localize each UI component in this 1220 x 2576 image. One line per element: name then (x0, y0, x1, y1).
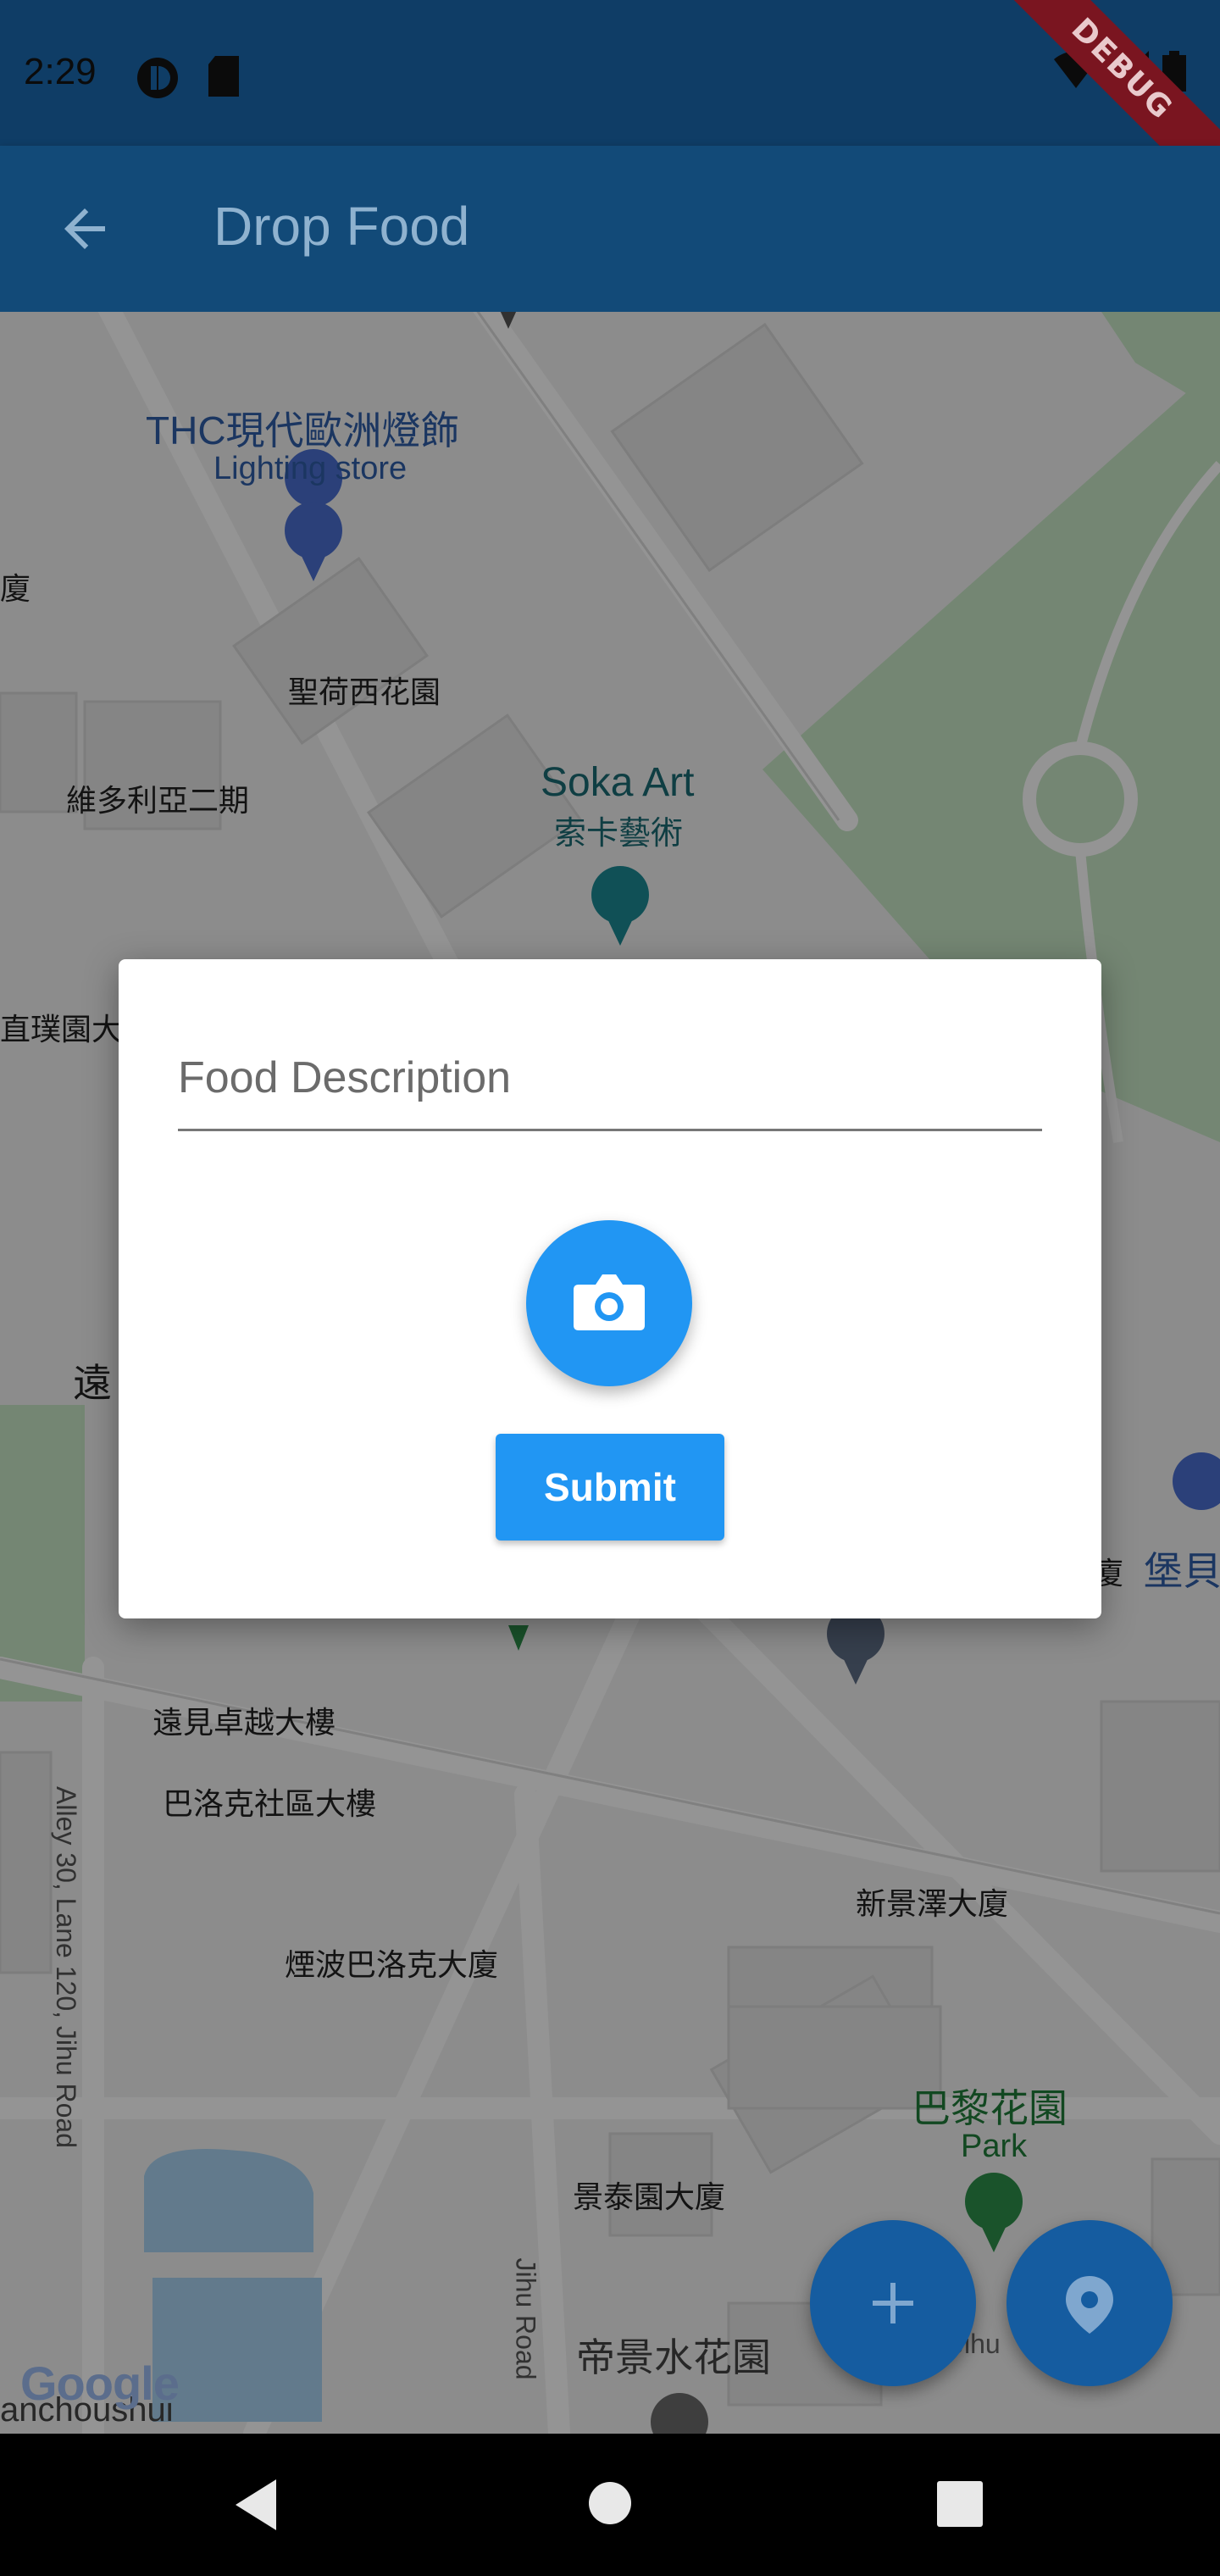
camera-icon (574, 1274, 645, 1330)
add-button[interactable] (810, 2220, 976, 2386)
google-logo: Google (20, 2356, 180, 2411)
back-arrow-icon[interactable] (54, 198, 115, 259)
submit-label: Submit (544, 1465, 676, 1509)
app-bar: Drop Food (0, 146, 1220, 312)
google-logo-text: Google (20, 2357, 180, 2410)
status-time: 2:29 (24, 51, 97, 92)
home-nav-icon[interactable] (588, 2481, 632, 2525)
status-bar: 2:29 DEBUG (0, 0, 1220, 203)
drop-food-dialog: Food Description Submit (119, 959, 1101, 1618)
food-description-input[interactable]: Food Description (178, 1052, 1042, 1131)
back-nav-icon[interactable] (229, 2476, 283, 2534)
food-description-placeholder: Food Description (178, 1053, 512, 1102)
sd-card-icon (208, 56, 239, 97)
submit-button[interactable]: Submit (496, 1434, 724, 1541)
location-pin-icon (1066, 2276, 1113, 2334)
recents-nav-icon[interactable] (937, 2481, 983, 2527)
plus-icon (873, 2283, 913, 2323)
camera-button[interactable] (526, 1220, 692, 1386)
system-nav-bar (0, 2434, 1220, 2576)
location-button[interactable] (1006, 2220, 1173, 2386)
page-title: Drop Food (214, 196, 470, 257)
app-notification-icon (137, 58, 178, 98)
